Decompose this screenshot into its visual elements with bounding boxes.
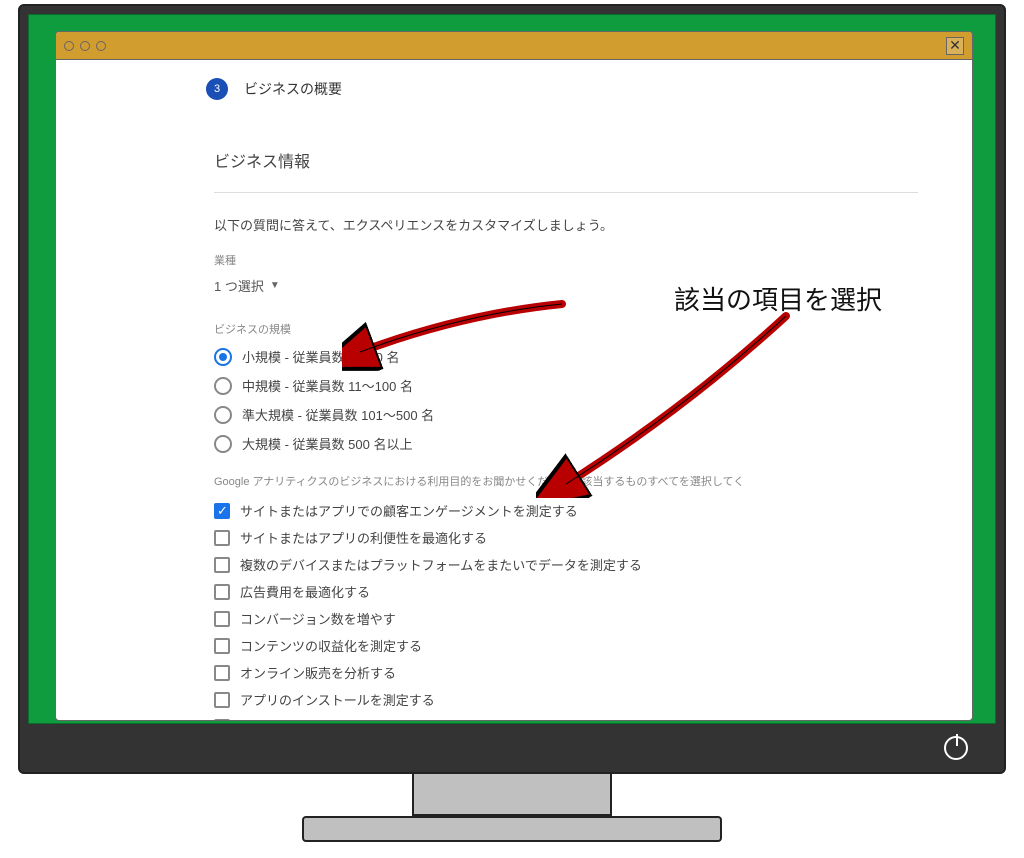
usage-option[interactable]: アプリのインストールを測定する bbox=[214, 690, 918, 709]
usage-option[interactable]: コンテンツの収益化を測定する bbox=[214, 636, 918, 655]
checkbox-icon bbox=[214, 557, 230, 573]
usage-option[interactable]: サイトまたはアプリでの顧客エンゲージメントを測定する bbox=[214, 501, 918, 520]
monitor-screen: ✕ 3 ビジネスの概要 ビジネス情報 以下の質問に答えて、エクスペリエンスをカス… bbox=[28, 14, 996, 724]
traffic-dot bbox=[64, 41, 74, 51]
usage-option[interactable]: 広告費用を最適化する bbox=[214, 582, 918, 601]
business-info-card: ビジネス情報 以下の質問に答えて、エクスペリエンスをカスタマイズしましょう。 業… bbox=[186, 126, 946, 720]
monitor-base bbox=[302, 816, 722, 842]
industry-label: 業種 bbox=[214, 252, 918, 268]
monitor-body: ✕ 3 ビジネスの概要 ビジネス情報 以下の質問に答えて、エクスペリエンスをカス… bbox=[18, 4, 1006, 774]
size-option[interactable]: 中規模 - 従業員数 11〜100 名 bbox=[214, 376, 918, 395]
usage-option-label: 見込み顧客の発掘を測定する bbox=[240, 717, 409, 720]
checkbox-icon bbox=[214, 530, 230, 546]
usage-option-label: サイトまたはアプリの利便性を最適化する bbox=[240, 528, 487, 547]
usage-option[interactable]: コンバージョン数を増やす bbox=[214, 609, 918, 628]
size-option-label: 中規模 - 従業員数 11〜100 名 bbox=[242, 376, 413, 395]
size-option-label: 大規模 - 従業員数 500 名以上 bbox=[242, 434, 412, 453]
card-title: ビジネス情報 bbox=[214, 148, 918, 193]
content-area: 3 ビジネスの概要 ビジネス情報 以下の質問に答えて、エクスペリエンスをカスタマ… bbox=[56, 60, 972, 720]
usage-option-label: 広告費用を最適化する bbox=[240, 582, 370, 601]
usage-option[interactable]: サイトまたはアプリの利便性を最適化する bbox=[214, 528, 918, 547]
usage-option-label: コンバージョン数を増やす bbox=[240, 609, 396, 628]
title-bar: ✕ bbox=[56, 32, 972, 60]
callout-text: 該当の項目を選択 bbox=[674, 280, 882, 317]
checkbox-icon bbox=[214, 638, 230, 654]
usage-option-label: 複数のデバイスまたはプラットフォームをまたいでデータを測定する bbox=[240, 555, 642, 574]
radio-icon bbox=[214, 348, 232, 366]
usage-option-label: コンテンツの収益化を測定する bbox=[240, 636, 422, 655]
chevron-down-icon: ▼ bbox=[270, 280, 280, 291]
step-header: 3 ビジネスの概要 bbox=[56, 78, 972, 100]
monitor-stand bbox=[412, 774, 612, 816]
usage-label: Google アナリティクスのビジネスにおける利用目的をお聞かせください。該当す… bbox=[214, 473, 918, 489]
size-label: ビジネスの規模 bbox=[214, 321, 918, 337]
usage-option[interactable]: オンライン販売を分析する bbox=[214, 663, 918, 682]
step-number-badge: 3 bbox=[206, 78, 228, 100]
usage-option[interactable]: 複数のデバイスまたはプラットフォームをまたいでデータを測定する bbox=[214, 555, 918, 574]
traffic-dot bbox=[96, 41, 106, 51]
dropdown-selected: 1 つ選択 bbox=[214, 276, 264, 295]
radio-icon bbox=[214, 406, 232, 424]
usage-option-label: オンライン販売を分析する bbox=[240, 663, 396, 682]
intro-text: 以下の質問に答えて、エクスペリエンスをカスタマイズしましょう。 bbox=[214, 215, 918, 234]
usage-option-label: アプリのインストールを測定する bbox=[240, 690, 435, 709]
checkbox-icon bbox=[214, 719, 230, 721]
traffic-dot bbox=[80, 41, 90, 51]
radio-icon bbox=[214, 377, 232, 395]
checkbox-icon bbox=[214, 665, 230, 681]
size-option-label: 準大規模 - 従業員数 101〜500 名 bbox=[242, 405, 434, 424]
size-option[interactable]: 大規模 - 従業員数 500 名以上 bbox=[214, 434, 918, 453]
monitor-illustration: ✕ 3 ビジネスの概要 ビジネス情報 以下の質問に答えて、エクスペリエンスをカス… bbox=[0, 0, 1024, 858]
power-icon bbox=[944, 736, 968, 760]
usage-option-label: サイトまたはアプリでの顧客エンゲージメントを測定する bbox=[240, 501, 578, 520]
size-option[interactable]: 準大規模 - 従業員数 101〜500 名 bbox=[214, 405, 918, 424]
radio-icon bbox=[214, 435, 232, 453]
checkbox-icon bbox=[214, 611, 230, 627]
size-option[interactable]: 小規模 - 従業員数 1〜10 名 bbox=[214, 347, 918, 366]
close-button[interactable]: ✕ bbox=[946, 37, 964, 55]
checkbox-icon bbox=[214, 692, 230, 708]
checkbox-icon bbox=[214, 584, 230, 600]
step-title: ビジネスの概要 bbox=[244, 79, 342, 99]
size-option-label: 小規模 - 従業員数 1〜10 名 bbox=[242, 347, 399, 366]
app-window: ✕ 3 ビジネスの概要 ビジネス情報 以下の質問に答えて、エクスペリエンスをカス… bbox=[55, 31, 973, 721]
checkbox-icon bbox=[214, 503, 230, 519]
usage-option[interactable]: 見込み顧客の発掘を測定する bbox=[214, 717, 918, 720]
traffic-lights bbox=[64, 41, 106, 51]
